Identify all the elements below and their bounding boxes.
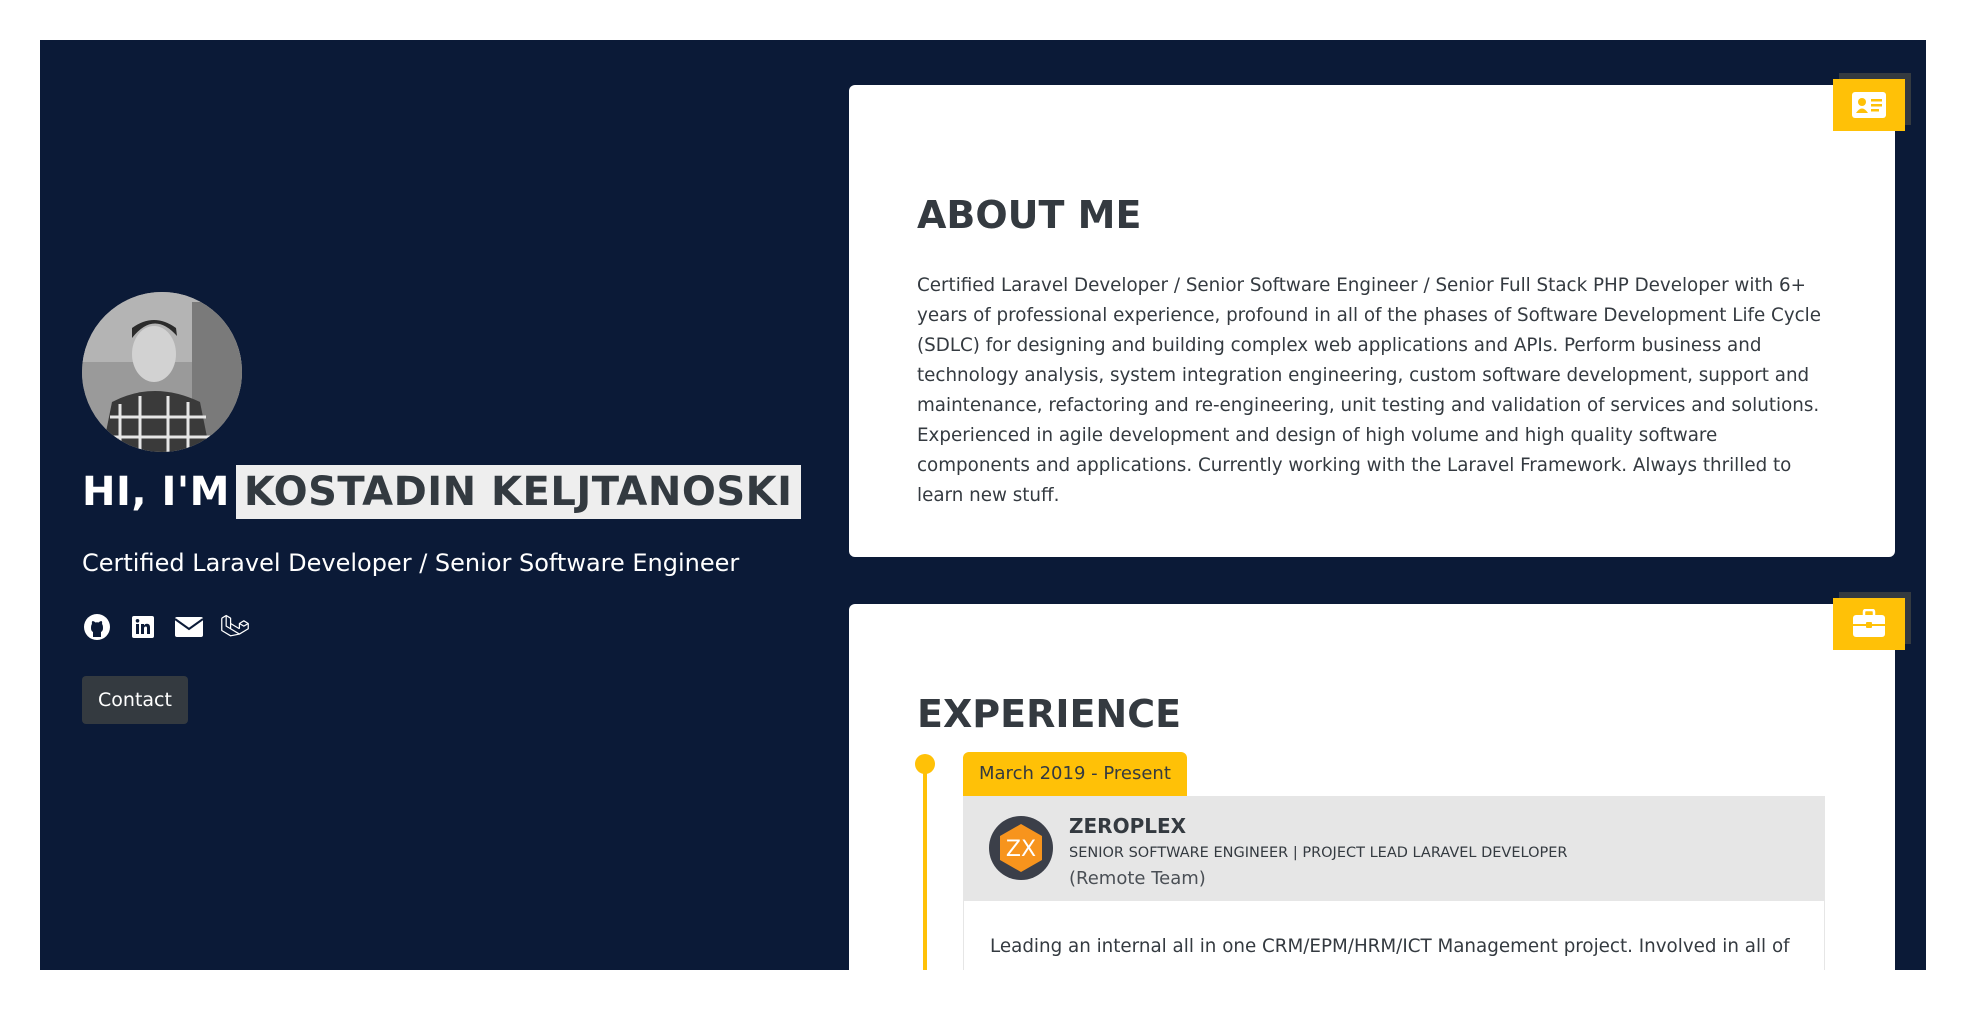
timeline-line [923,764,927,970]
page-background: HI, I'M KOSTADIN KELJTANOSKI Certified La… [40,40,1926,970]
job-body: Leading an internal all in one CRM/EPM/H… [963,900,1825,970]
hero-title: HI, I'M KOSTADIN KELJTANOSKI [82,465,801,519]
social-links [82,612,250,642]
about-card: ABOUT ME Certified Laravel Developer / S… [849,79,1905,557]
job-role: SENIOR SOFTWARE ENGINEER | PROJECT LEAD … [1069,845,1568,861]
contact-button[interactable]: Contact [82,676,188,724]
about-title: ABOUT ME [917,193,1142,237]
job-header: ZX ZEROPLEX SENIOR SOFTWARE ENGINEER | P… [963,796,1825,900]
github-icon[interactable] [82,612,112,642]
id-card-icon [1833,79,1905,131]
timeline-dot [915,754,935,774]
linkedin-icon[interactable] [128,612,158,642]
company-logo: ZX [989,816,1053,880]
profile-avatar [82,292,242,452]
hero-name: KOSTADIN KELJTANOSKI [235,465,801,519]
about-text: Certified Laravel Developer / Senior Sof… [917,275,1822,506]
envelope-icon[interactable] [174,612,204,642]
job-team: (Remote Team) [1069,868,1206,889]
company-name: ZEROPLEX [1069,814,1187,838]
job-date: March 2019 - Present [963,752,1187,796]
experience-card: EXPERIENCE March 2019 - Present ZX ZEROP… [849,598,1905,970]
briefcase-icon [1833,598,1905,650]
laravel-icon[interactable] [220,612,250,642]
job-description: Leading an internal all in one CRM/EPM/H… [990,936,1790,957]
hero-greeting: HI, I'M [82,469,230,515]
experience-title: EXPERIENCE [917,692,1182,736]
company-logo-text: ZX [1006,837,1036,862]
hero-subtitle: Certified Laravel Developer / Senior Sof… [82,549,740,577]
